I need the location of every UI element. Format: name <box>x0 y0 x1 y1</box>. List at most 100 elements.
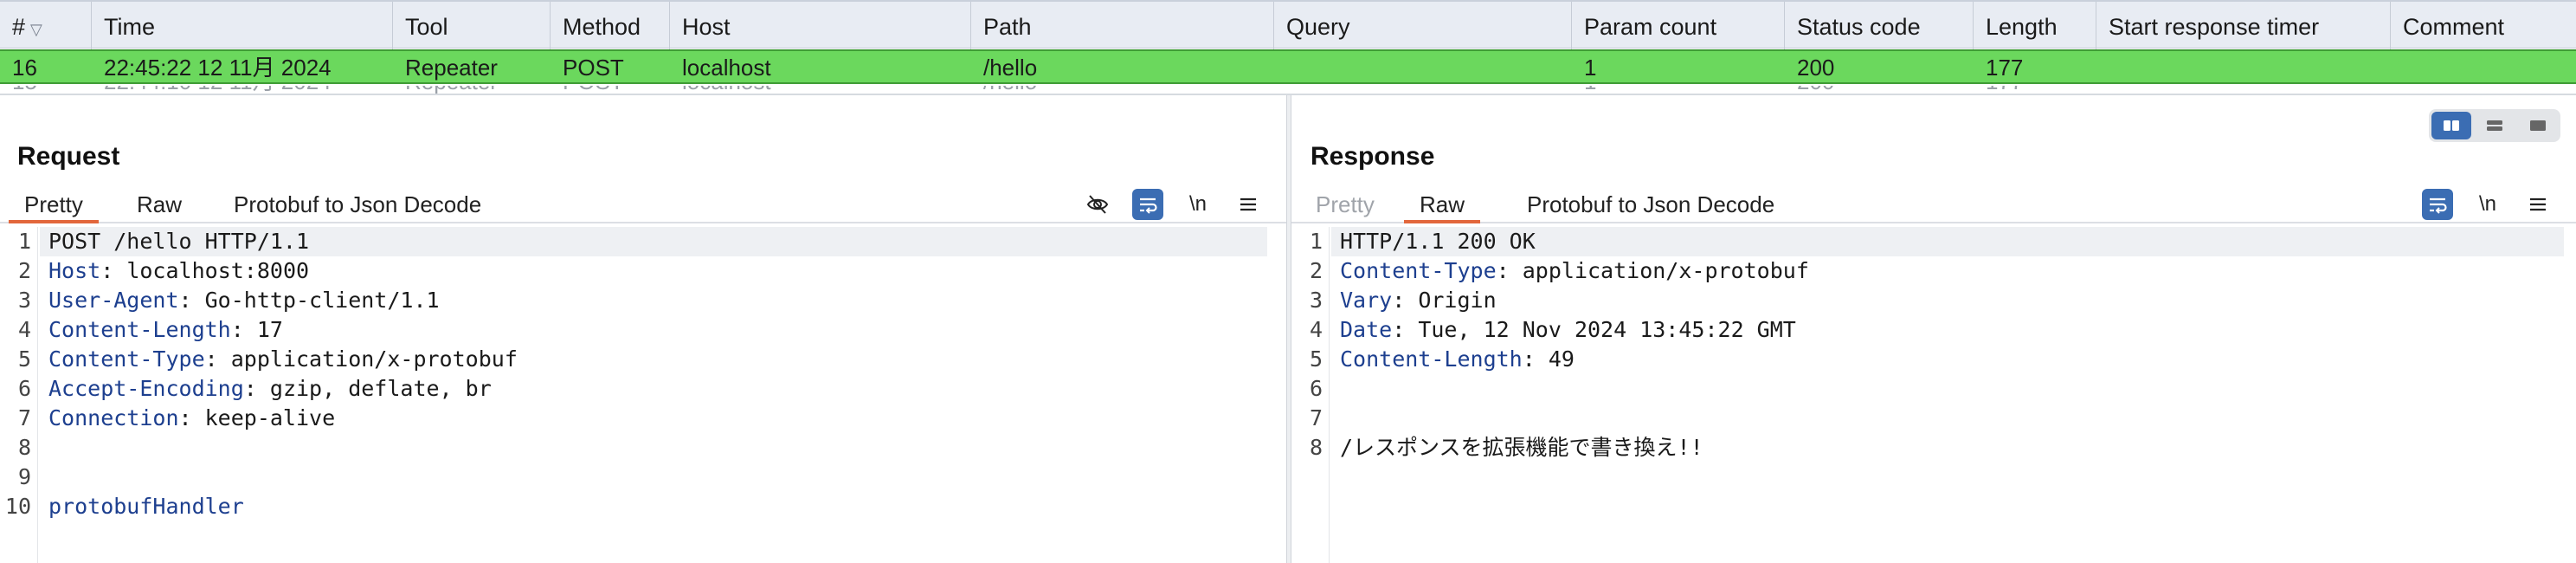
cell-param-count: 1 <box>1584 55 1597 81</box>
code-line: 7 Connection: keep-alive <box>0 404 1286 433</box>
line-number: 7 <box>17 405 31 430</box>
line-number: 4 <box>17 317 31 342</box>
header-name: Content-Length <box>1340 346 1523 372</box>
header-name: Content-Type <box>48 346 205 372</box>
header-value: application/x-protobuf <box>1509 258 1809 283</box>
request-menu-button[interactable] <box>1233 189 1264 220</box>
header-value: gzip, deflate, br <box>256 376 492 401</box>
code-line: 9 <box>0 463 1286 492</box>
table-row-selected[interactable]: 16 22:45:22 12 11月 2024 Repeater POST lo… <box>0 49 2576 84</box>
line-text: Accept-Encoding: gzip, deflate, br <box>48 376 492 401</box>
line-text: /レスポンスを拡張機能で書き換え!! <box>1340 433 1703 463</box>
wrap-icon <box>1140 197 1157 214</box>
cell-status-code: 200 <box>1797 55 1835 81</box>
tab-request-pretty[interactable]: Pretty <box>9 185 99 223</box>
tab-response-protobuf-decode[interactable]: Protobuf to Json Decode <box>1511 185 1790 223</box>
col-header-status-code[interactable]: Status code <box>1785 2 1974 50</box>
header-value: 49 <box>1535 346 1575 372</box>
eye-off-icon <box>1086 195 1109 214</box>
cell-tool: Repeater <box>405 55 498 81</box>
header-name: Date <box>1340 317 1393 342</box>
line-text: Date: Tue, 12 Nov 2024 13:45:22 GMT <box>1340 317 1796 342</box>
cell-method: POST <box>551 86 670 94</box>
line-text: User-Agent: Go-http-client/1.1 <box>48 288 440 313</box>
table-row[interactable]: 15 22:44:10 12 11月 2024 Repeater POST lo… <box>0 86 2576 94</box>
col-header-host[interactable]: Host <box>670 2 971 50</box>
body-text: POST /hello HTTP/1.1 <box>48 229 310 254</box>
show-newlines-button[interactable]: \n <box>2472 189 2503 220</box>
menu-icon <box>2530 197 2546 211</box>
response-editor[interactable]: 1 HTTP/1.1 200 OK 2 Content-Type: applicati… <box>1291 227 2576 563</box>
wrap-lines-button[interactable] <box>1132 189 1163 220</box>
cell-host: localhost <box>682 55 771 81</box>
line-number: 9 <box>17 464 31 489</box>
col-header-time[interactable]: Time <box>92 2 393 50</box>
tab-response-pretty[interactable]: Pretty <box>1300 185 1390 223</box>
wrap-lines-button[interactable] <box>2422 189 2453 220</box>
history-table: # ▽ Time Tool Method Host Path Query Para… <box>0 0 2576 94</box>
show-newlines-button[interactable]: \n <box>1182 189 1214 220</box>
line-number: 6 <box>1309 376 1323 401</box>
col-header-length[interactable]: Length <box>1974 2 2096 50</box>
cell-path: /hello <box>971 86 1274 94</box>
line-text: HTTP/1.1 200 OK <box>1340 227 1536 256</box>
col-header-path[interactable]: Path <box>971 2 1274 50</box>
header-name: Content-Length <box>48 317 231 342</box>
line-number: 10 <box>4 494 31 519</box>
line-number: 3 <box>1309 288 1323 313</box>
header-name: Vary <box>1340 288 1393 313</box>
code-line: 7 <box>1291 404 2576 433</box>
request-editor[interactable]: 1 POST /hello HTTP/1.1 2 Host: localhost:80… <box>0 227 1286 563</box>
hide-nonprintable-button[interactable] <box>1082 189 1113 220</box>
line-text: Content-Type: application/x-protobuf <box>48 346 518 372</box>
col-header-param-count[interactable]: Param count <box>1572 2 1785 50</box>
cell-number: 15 <box>0 86 92 94</box>
header-value: Go-http-client/1.1 <box>191 288 440 313</box>
header-name: User-Agent <box>48 288 179 313</box>
tab-request-protobuf-decode[interactable]: Protobuf to Json Decode <box>218 185 497 223</box>
line-number: 4 <box>1309 317 1323 342</box>
code-line: 3 User-Agent: Go-http-client/1.1 <box>0 286 1286 315</box>
header-value: Origin <box>1405 288 1497 313</box>
col-header-query[interactable]: Query <box>1274 2 1572 50</box>
col-header-number[interactable]: # ▽ <box>0 2 92 50</box>
cell-length: 177 <box>1974 86 2096 94</box>
line-text: POST /hello HTTP/1.1 <box>48 227 309 256</box>
code-line: 3 Vary: Origin <box>1291 286 2576 315</box>
col-header-start-response-timer[interactable]: Start response timer <box>2096 2 2391 50</box>
col-header-comment[interactable]: Comment <box>2391 2 2576 50</box>
code-line: 10 protobufHandler <box>0 492 1286 521</box>
cell-comment <box>2391 51 2576 82</box>
code-line: 6 <box>1291 374 2576 404</box>
cell-host: localhost <box>670 86 971 94</box>
line-text: Content-Type: application/x-protobuf <box>1340 258 1809 283</box>
code-line: 8 <box>0 433 1286 463</box>
header-value: localhost:8000 <box>113 258 310 283</box>
body-text: /レスポンスを拡張機能で書き換え!! <box>1340 435 1703 460</box>
line-text: Content-Length: 17 <box>48 317 283 342</box>
code-line: 5 Content-Type: application/x-protobuf <box>0 345 1286 374</box>
header-value: keep-alive <box>191 405 336 430</box>
code-line: 6 Accept-Encoding: gzip, deflate, br <box>0 374 1286 404</box>
line-number: 1 <box>17 229 31 254</box>
cell-time: 22:45:22 12 11月 2024 <box>104 55 332 81</box>
line-number: 2 <box>1309 258 1323 283</box>
col-header-tool[interactable]: Tool <box>393 2 551 50</box>
response-title: Response <box>1311 142 1435 171</box>
cell-tool: Repeater <box>393 86 551 94</box>
cell-time: 22:44:10 12 11月 2024 <box>92 86 393 94</box>
response-pane: Response Pretty Raw Protobuf to Json Dec… <box>1291 95 2576 563</box>
tab-request-raw[interactable]: Raw <box>121 185 197 223</box>
menu-icon <box>1240 197 1256 211</box>
col-header-method[interactable]: Method <box>551 2 670 50</box>
code-line: 1 HTTP/1.1 200 OK <box>1291 227 2576 256</box>
response-menu-button[interactable] <box>2522 189 2553 220</box>
tab-response-raw[interactable]: Raw <box>1404 185 1481 223</box>
line-text: Content-Length: 49 <box>1340 346 1575 372</box>
cell-length: 177 <box>1986 55 2024 81</box>
request-title: Request <box>17 142 120 171</box>
header-name: Host <box>48 258 101 283</box>
code-line: 4 Content-Length: 17 <box>0 315 1286 345</box>
newline-icon: \n <box>2478 192 2496 216</box>
line-text: Vary: Origin <box>1340 288 1497 313</box>
